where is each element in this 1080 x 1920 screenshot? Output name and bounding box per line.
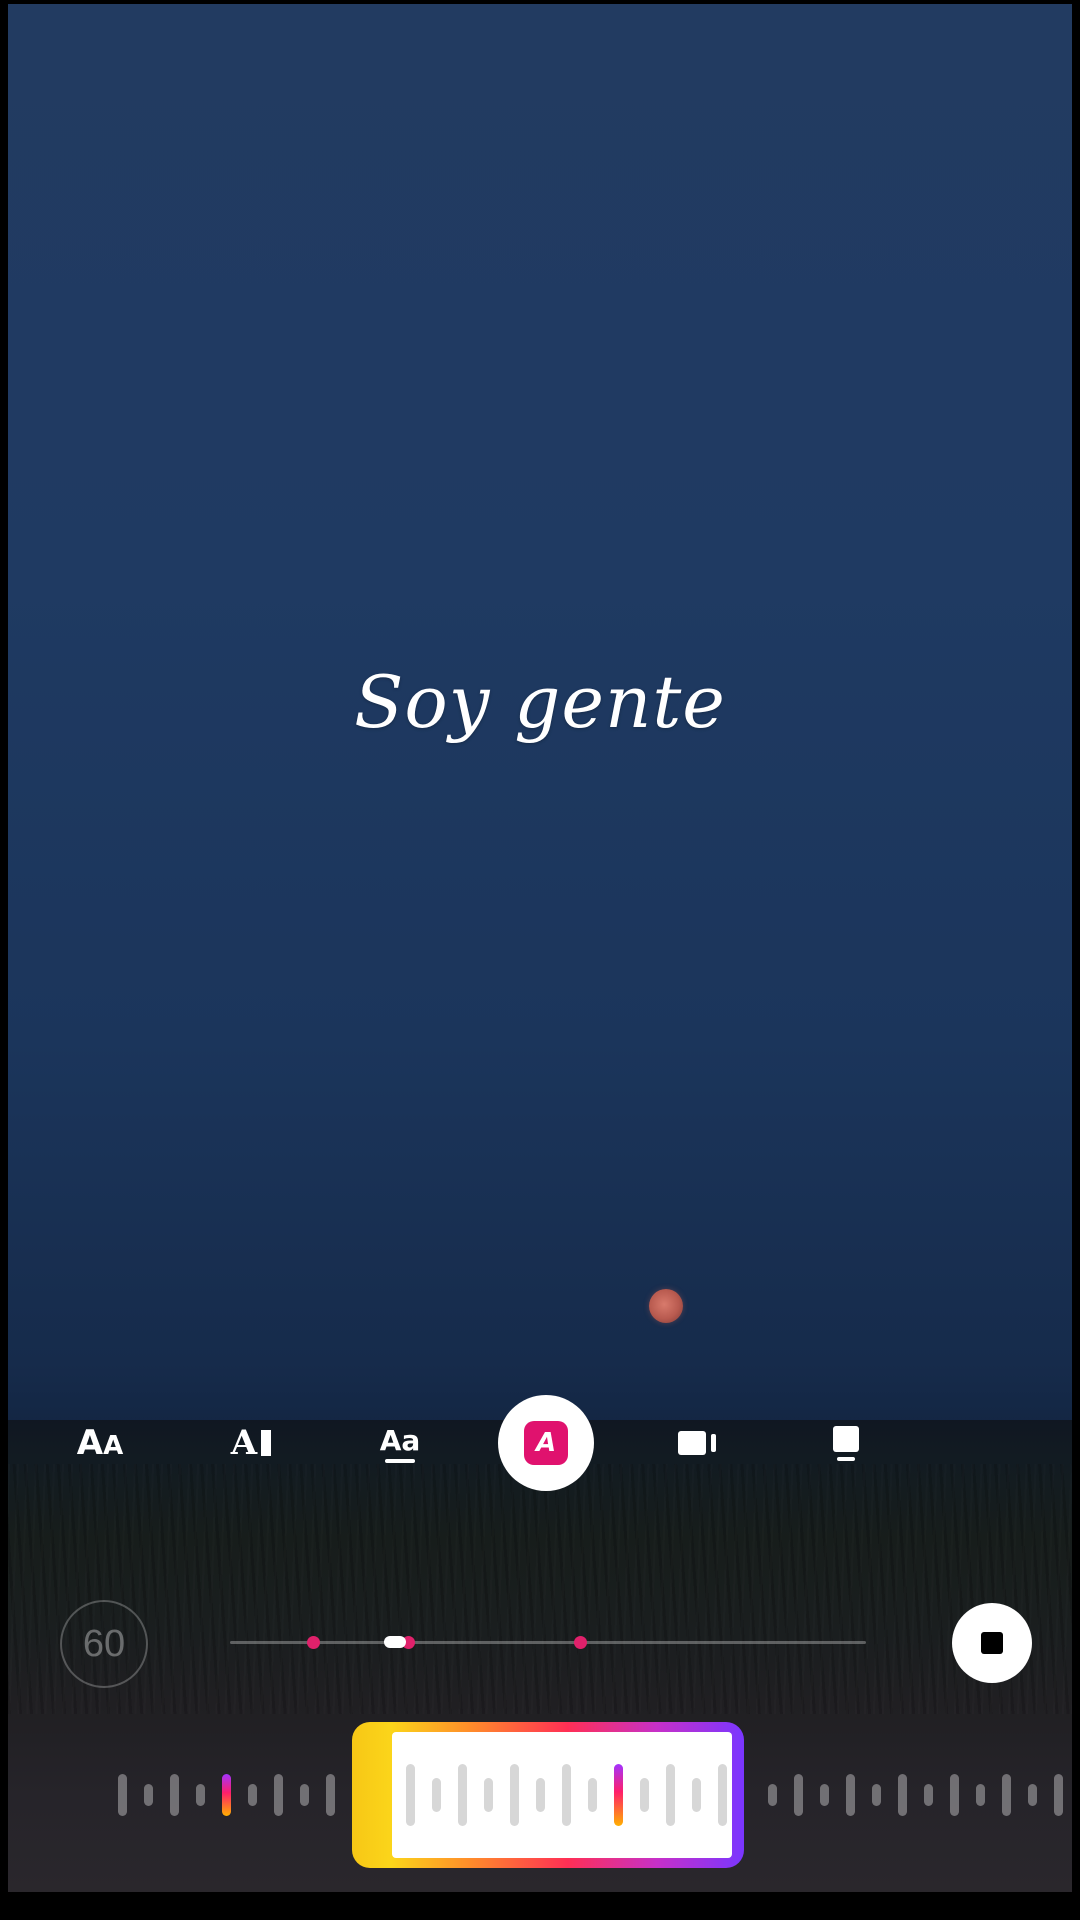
frame-waveform-bar	[718, 1764, 727, 1826]
animation-selected-circle: A	[498, 1395, 594, 1491]
waveform-bar	[170, 1774, 179, 1816]
timeline-marker	[573, 1636, 587, 1649]
clip-selection-frame[interactable]	[352, 1722, 744, 1868]
waveform-bar	[300, 1784, 309, 1806]
waveform-bar	[1054, 1774, 1063, 1816]
waveform-bar	[872, 1784, 881, 1806]
waveform-bar	[248, 1784, 257, 1806]
align-top-icon	[833, 1425, 859, 1461]
frame-waveform-bar	[692, 1778, 701, 1812]
frame-waveform-bar	[614, 1764, 623, 1826]
story-editor-canvas	[8, 4, 1072, 1892]
waveform-bar	[222, 1774, 231, 1816]
waveform-bar	[950, 1774, 959, 1816]
frame-waveform-bar	[484, 1778, 493, 1812]
waveform-bar	[924, 1784, 933, 1806]
dune-grass	[8, 1464, 1072, 1714]
frame-waveform-bar	[406, 1764, 415, 1826]
text-size-button[interactable]: AA	[52, 1395, 148, 1491]
stop-icon	[981, 1632, 1003, 1654]
frame-waveform-bar	[510, 1764, 519, 1826]
align-top-button[interactable]	[798, 1395, 894, 1491]
animation-button[interactable]: A	[498, 1395, 594, 1491]
waveform-bar	[326, 1774, 335, 1816]
frame-waveform-bar	[588, 1778, 597, 1812]
timeline-scrubber[interactable]	[230, 1636, 866, 1649]
text-size-icon: AA	[76, 1423, 124, 1463]
frame-waveform-bar	[432, 1778, 441, 1812]
waveform-bar	[1028, 1784, 1037, 1806]
waveform-bar	[274, 1774, 283, 1816]
frame-waveform-bar	[536, 1778, 545, 1812]
align-left-button[interactable]	[649, 1395, 745, 1491]
frame-waveform-bar	[640, 1778, 649, 1812]
waveform-bar	[118, 1774, 127, 1816]
waveform-bar	[898, 1774, 907, 1816]
clip-frame-window	[392, 1732, 732, 1858]
animation-icon: A	[524, 1421, 568, 1465]
frame-waveform-bar	[458, 1764, 467, 1826]
waveform-bar	[144, 1784, 153, 1806]
text-underline-button[interactable]: Aa	[352, 1395, 448, 1491]
text-underline-icon: Aa	[380, 1424, 420, 1463]
frame-waveform-bar	[562, 1764, 571, 1826]
duration-timer[interactable]: 60	[60, 1600, 148, 1688]
frame-waveform-bar	[666, 1764, 675, 1826]
text-style-toolbar: AA A Aa A	[0, 1395, 1080, 1495]
waveform-bar	[820, 1784, 829, 1806]
moon	[649, 1289, 683, 1323]
waveform-bar	[196, 1784, 205, 1806]
waveform-bar	[794, 1774, 803, 1816]
text-background-icon: A	[231, 1423, 272, 1463]
text-background-button[interactable]: A	[203, 1395, 299, 1491]
timeline-marker	[306, 1636, 320, 1649]
waveform-bar	[1002, 1774, 1011, 1816]
caption-text[interactable]: Soy gente	[0, 660, 1080, 744]
align-left-icon	[678, 1431, 716, 1455]
waveform-bar	[768, 1784, 777, 1806]
waveform-bar	[846, 1774, 855, 1816]
waveform-bar	[976, 1784, 985, 1806]
timeline-thumb[interactable]	[384, 1636, 407, 1648]
stop-button[interactable]	[952, 1603, 1032, 1683]
